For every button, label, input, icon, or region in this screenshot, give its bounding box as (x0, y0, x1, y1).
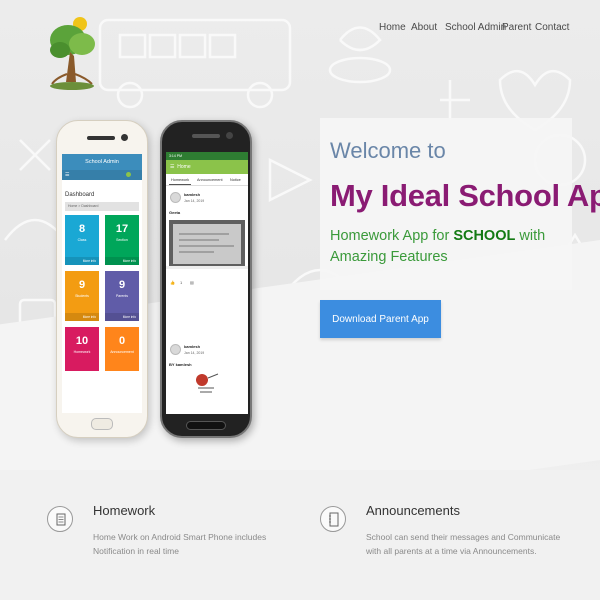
status-bar: 3:14 PM (166, 152, 248, 160)
post-date: Jan 14, 2019 (184, 351, 205, 355)
tile-label: Section (116, 238, 128, 242)
subtitle-prefix: Homework App for (330, 228, 454, 244)
tile-announcement[interactable]: 0 Announcement (105, 327, 139, 371)
tile-value: 9 (78, 279, 86, 291)
tile-more-info[interactable]: More info (105, 313, 139, 321)
app-bar-title: Home (177, 164, 191, 170)
tile-value: 8 (78, 223, 86, 235)
homework-photo[interactable] (188, 370, 224, 400)
feature-title: Homework (93, 503, 156, 518)
phone-speaker (87, 136, 115, 140)
phone-camera (121, 134, 128, 141)
download-parent-app-button[interactable]: Download Parent App (320, 300, 441, 338)
like-count: 1 (180, 280, 183, 285)
tile-label: Parents (115, 294, 129, 298)
phone-camera (226, 132, 233, 139)
post-date: Jan 14, 2019 (184, 199, 205, 203)
admin-phone-mockup: School Admin ☰ Dashboard Home > Dashboar… (56, 120, 148, 438)
status-dot-icon (126, 172, 131, 177)
breadcrumb: Home > Dashboard (65, 202, 139, 211)
post-divider (166, 266, 248, 269)
tile-value: 17 (115, 223, 129, 235)
avatar (170, 344, 181, 355)
tab-notice[interactable]: Notice (230, 174, 241, 186)
admin-screen: School Admin ☰ Dashboard Home > Dashboar… (62, 154, 142, 413)
like-icon[interactable]: 👍 (170, 280, 175, 285)
phone-home-button (91, 418, 113, 430)
nav-school-admin[interactable]: School Admin (445, 22, 506, 33)
homework-post[interactable]: kamlesh Jan 14, 2019 BY kamlesh (166, 340, 248, 410)
admin-header: School Admin (62, 154, 142, 170)
nav-parent[interactable]: Parent (502, 22, 531, 33)
phone-home-button (186, 421, 226, 430)
tile-value: 0 (118, 335, 126, 347)
tile-more-info[interactable]: More info (65, 257, 99, 265)
hero-subtitle: Homework App for SCHOOL with Amazing Fea… (330, 226, 560, 268)
nav-home[interactable]: Home (379, 22, 406, 33)
homework-photo[interactable] (169, 220, 245, 268)
comment-icon[interactable]: ▤ (190, 280, 194, 285)
subtitle-emphasis: SCHOOL (453, 228, 516, 244)
parent-app-bar: ☰ Home (166, 160, 248, 174)
feature-description: Home Work on Android Smart Phone include… (93, 532, 267, 556)
tile-more-info[interactable]: More info (105, 257, 139, 265)
tile-section[interactable]: 17 Section More info (105, 215, 139, 265)
post-text: BY kamlesh (169, 362, 192, 367)
avatar (170, 192, 181, 203)
parent-screen: 3:14 PM ☰ Home Homework Announcement Not… (166, 152, 248, 414)
parent-phone-mockup: 3:14 PM ☰ Home Homework Announcement Not… (160, 120, 252, 438)
menu-icon[interactable]: ☰ (170, 164, 174, 170)
tile-label: Announcement (110, 350, 134, 354)
homework-post[interactable]: kamlesh Jan 14, 2019 Geeta 👍 1 ▤ (166, 188, 248, 338)
dashboard-title: Dashboard (65, 192, 95, 198)
phone-speaker (192, 134, 220, 138)
tile-label: Students (75, 294, 89, 298)
nav-about[interactable]: About (411, 22, 437, 33)
tile-more-info[interactable]: More info (65, 313, 99, 321)
top-navigation: Home About School Admin Parent Contact (0, 22, 600, 40)
tile-homework[interactable]: 10 Homework (65, 327, 99, 371)
welcome-text: Welcome to (330, 138, 446, 163)
tile-value: 10 (75, 335, 89, 347)
tile-value: 9 (118, 279, 126, 291)
tab-announcement[interactable]: Announcement (197, 174, 223, 186)
post-author: kamlesh (184, 344, 201, 349)
announcement-notebook-icon (320, 506, 346, 532)
menu-icon[interactable]: ☰ (65, 172, 69, 178)
app-title: My Ideal School App (330, 178, 600, 213)
post-author: kamlesh (184, 192, 201, 197)
homework-book-icon (47, 506, 73, 532)
feature-description: School can send their messages and Commu… (366, 532, 561, 556)
parent-tabs: Homework Announcement Notice (166, 174, 248, 186)
tile-students[interactable]: 9 Students More info (65, 271, 99, 321)
active-tab-indicator (169, 184, 191, 185)
nav-contact[interactable]: Contact (535, 22, 569, 33)
tile-label: Homework (73, 350, 91, 354)
tile-label: Class (77, 238, 87, 242)
feature-title: Announcements (366, 503, 460, 518)
tile-parents[interactable]: 9 Parents More info (105, 271, 139, 321)
tile-class[interactable]: 8 Class More info (65, 215, 99, 265)
post-text: Geeta (169, 210, 181, 215)
